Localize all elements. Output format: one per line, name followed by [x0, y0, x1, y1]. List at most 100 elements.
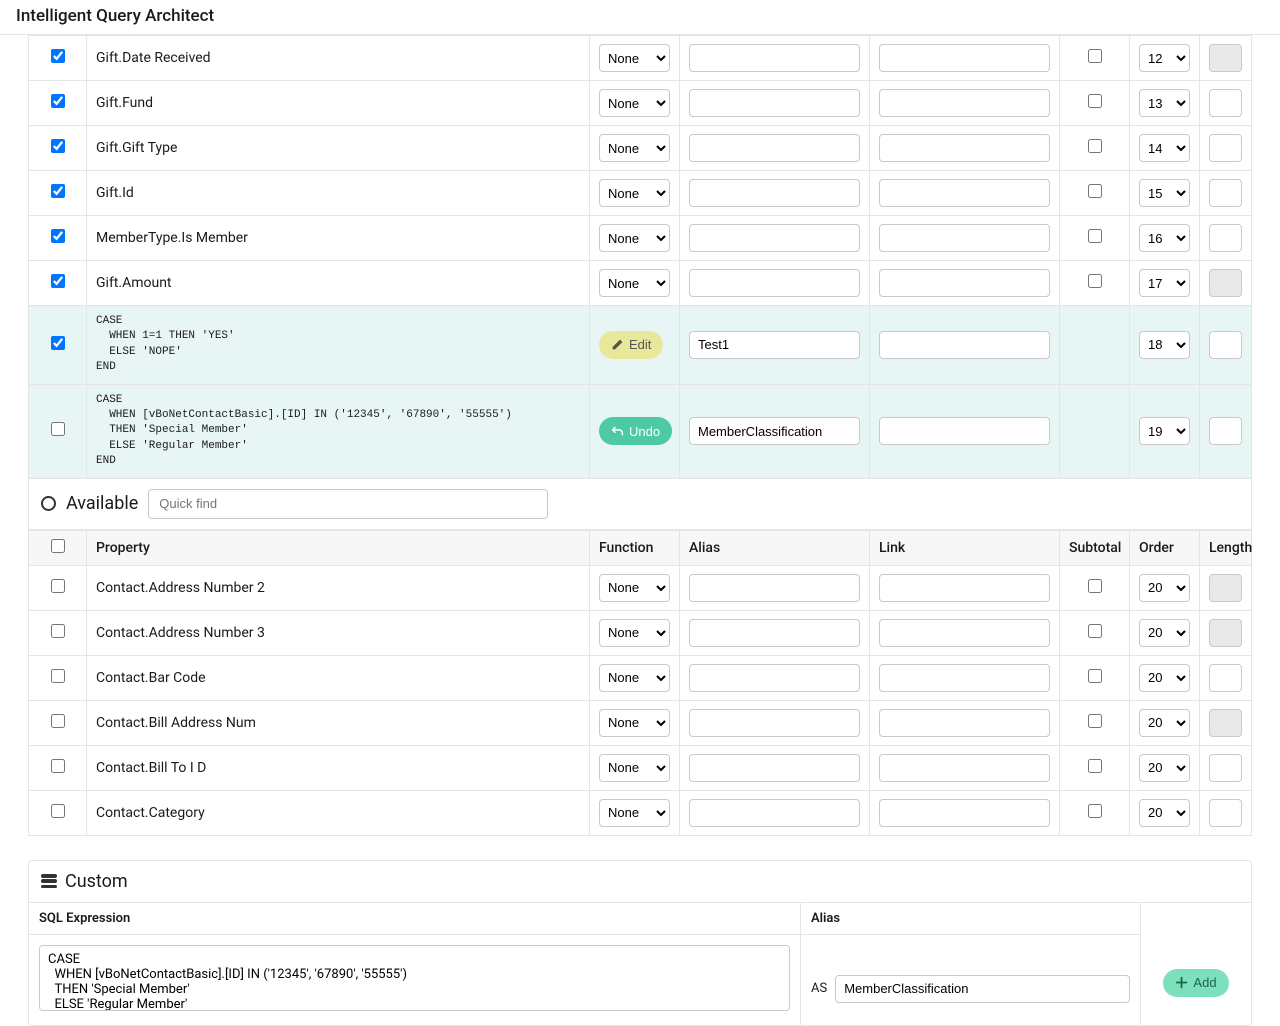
alias-input[interactable] — [689, 709, 860, 737]
order-select[interactable]: 15 — [1139, 179, 1190, 207]
subtotal-checkbox[interactable] — [1088, 714, 1102, 728]
available-title: Available — [66, 493, 138, 514]
link-input[interactable] — [879, 417, 1050, 445]
length-input[interactable] — [1209, 799, 1242, 827]
alias-input[interactable] — [689, 269, 860, 297]
alias-input[interactable] — [689, 619, 860, 647]
row-checkbox[interactable] — [51, 336, 65, 350]
row-checkbox[interactable] — [51, 714, 65, 728]
function-select[interactable]: None — [599, 224, 670, 252]
add-button[interactable]: Add — [1163, 969, 1228, 997]
link-input[interactable] — [879, 799, 1050, 827]
length-input[interactable] — [1209, 754, 1242, 782]
row-checkbox[interactable] — [51, 422, 65, 436]
row-checkbox[interactable] — [51, 94, 65, 108]
function-select[interactable]: None — [599, 619, 670, 647]
alias-input[interactable] — [689, 417, 860, 445]
length-input[interactable] — [1209, 331, 1242, 359]
alias-input[interactable] — [689, 799, 860, 827]
alias-input[interactable] — [689, 574, 860, 602]
link-input[interactable] — [879, 754, 1050, 782]
link-input[interactable] — [879, 664, 1050, 692]
order-select[interactable]: 20 — [1139, 709, 1190, 737]
alias-input[interactable] — [689, 331, 860, 359]
row-checkbox[interactable] — [51, 274, 65, 288]
link-input[interactable] — [879, 134, 1050, 162]
row-checkbox[interactable] — [51, 804, 65, 818]
alias-input[interactable] — [689, 224, 860, 252]
function-select[interactable]: None — [599, 709, 670, 737]
sql-preview: CASE WHEN [vBoNetContactBasic].[ID] IN (… — [96, 393, 580, 470]
link-input[interactable] — [879, 331, 1050, 359]
subtotal-checkbox[interactable] — [1088, 759, 1102, 773]
subtotal-checkbox[interactable] — [1088, 804, 1102, 818]
edit-button[interactable]: Edit — [599, 331, 663, 359]
link-input[interactable] — [879, 269, 1050, 297]
subtotal-checkbox[interactable] — [1088, 624, 1102, 638]
alias-input[interactable] — [689, 89, 860, 117]
order-select[interactable]: 20 — [1139, 664, 1190, 692]
alias-input[interactable] — [689, 179, 860, 207]
order-select[interactable]: 16 — [1139, 224, 1190, 252]
alias-input[interactable] — [835, 975, 1130, 1003]
subtotal-checkbox[interactable] — [1088, 49, 1102, 63]
subtotal-checkbox[interactable] — [1088, 184, 1102, 198]
function-select[interactable]: None — [599, 799, 670, 827]
sql-expression-input[interactable] — [39, 945, 790, 1011]
length-input[interactable] — [1209, 134, 1242, 162]
function-select[interactable]: None — [599, 754, 670, 782]
length-input[interactable] — [1209, 417, 1242, 445]
link-input[interactable] — [879, 709, 1050, 737]
length-input[interactable] — [1209, 664, 1242, 692]
row-checkbox[interactable] — [51, 669, 65, 683]
function-select[interactable]: None — [599, 574, 670, 602]
order-select[interactable]: 12 — [1139, 44, 1190, 72]
function-select[interactable]: None — [599, 664, 670, 692]
order-select[interactable]: 20 — [1139, 754, 1190, 782]
link-input[interactable] — [879, 224, 1050, 252]
subtotal-checkbox[interactable] — [1088, 139, 1102, 153]
order-select[interactable]: 19 — [1139, 417, 1190, 445]
undo-button[interactable]: Undo — [599, 417, 672, 445]
length-input[interactable] — [1209, 224, 1242, 252]
link-input[interactable] — [879, 44, 1050, 72]
row-checkbox[interactable] — [51, 624, 65, 638]
function-select[interactable]: None — [599, 89, 670, 117]
select-all-checkbox[interactable] — [51, 539, 65, 553]
property-cell: Contact.Bill Address Num — [87, 700, 590, 745]
link-input[interactable] — [879, 89, 1050, 117]
row-checkbox[interactable] — [51, 139, 65, 153]
subtotal-checkbox[interactable] — [1088, 579, 1102, 593]
row-checkbox[interactable] — [51, 579, 65, 593]
order-select[interactable]: 13 — [1139, 89, 1190, 117]
order-select[interactable]: 20 — [1139, 619, 1190, 647]
link-input[interactable] — [879, 619, 1050, 647]
alias-input[interactable] — [689, 754, 860, 782]
order-select[interactable]: 14 — [1139, 134, 1190, 162]
quick-find-input[interactable] — [148, 489, 548, 519]
subtotal-checkbox[interactable] — [1088, 669, 1102, 683]
subtotal-checkbox[interactable] — [1088, 94, 1102, 108]
row-checkbox[interactable] — [51, 184, 65, 198]
order-select[interactable]: 20 — [1139, 799, 1190, 827]
subtotal-checkbox[interactable] — [1088, 229, 1102, 243]
order-select[interactable]: 18 — [1139, 331, 1190, 359]
row-checkbox[interactable] — [51, 759, 65, 773]
length-input[interactable] — [1209, 89, 1242, 117]
alias-input[interactable] — [689, 44, 860, 72]
link-input[interactable] — [879, 574, 1050, 602]
function-select[interactable]: None — [599, 269, 670, 297]
alias-input[interactable] — [689, 134, 860, 162]
function-select[interactable]: None — [599, 179, 670, 207]
alias-input[interactable] — [689, 664, 860, 692]
order-select[interactable]: 17 — [1139, 269, 1190, 297]
subtotal-checkbox[interactable] — [1088, 274, 1102, 288]
length-input[interactable] — [1209, 179, 1242, 207]
link-input[interactable] — [879, 179, 1050, 207]
function-select[interactable]: None — [599, 134, 670, 162]
order-select[interactable]: 20 — [1139, 574, 1190, 602]
row-checkbox[interactable] — [51, 229, 65, 243]
row-checkbox[interactable] — [51, 49, 65, 63]
function-select[interactable]: None — [599, 44, 670, 72]
table-row: Contact.Bill To I D None 20 — [29, 745, 1252, 790]
